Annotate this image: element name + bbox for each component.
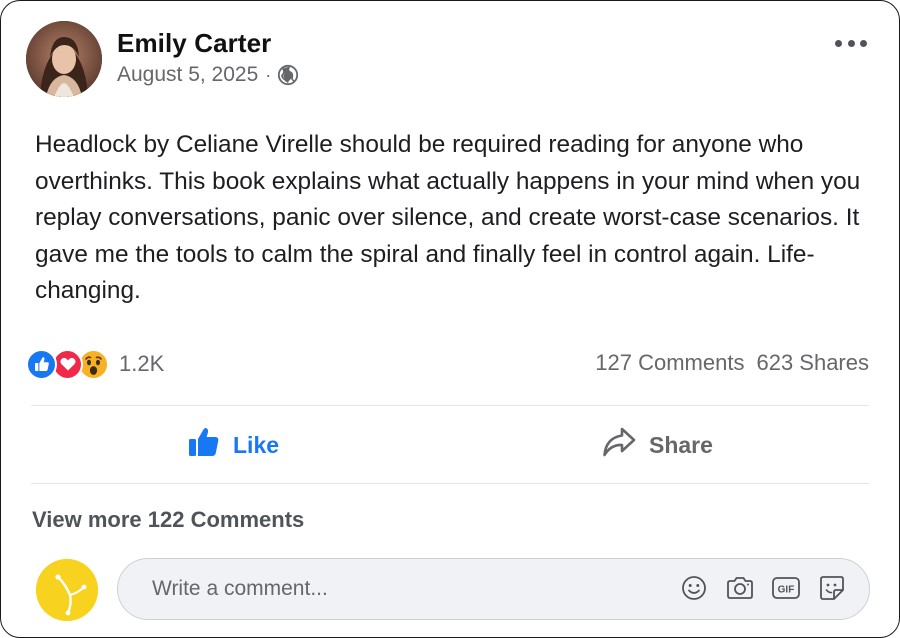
view-more-comments-link[interactable]: View more 122 Comments bbox=[32, 507, 304, 533]
like-button[interactable]: Like bbox=[187, 422, 279, 468]
reaction-count: 1.2K bbox=[119, 351, 165, 376]
more-options-icon[interactable] bbox=[835, 35, 867, 51]
like-reaction-icon bbox=[26, 348, 57, 380]
gif-icon[interactable]: GIF bbox=[771, 573, 801, 603]
author-name[interactable]: Emily Carter bbox=[117, 28, 271, 59]
post-date[interactable]: August 5, 2025 bbox=[117, 63, 258, 87]
post-text: Headlock by Celiane Virelle should be re… bbox=[35, 131, 861, 304]
globe-icon bbox=[277, 64, 299, 86]
divider bbox=[31, 483, 869, 484]
post-stats: 127 Comments 623 Shares bbox=[595, 350, 869, 376]
current-user-avatar[interactable] bbox=[36, 559, 98, 621]
share-button[interactable]: Share bbox=[601, 422, 713, 468]
sticker-icon[interactable] bbox=[817, 573, 847, 603]
like-label: Like bbox=[233, 431, 280, 458]
composer-icons: GIF bbox=[679, 573, 847, 603]
post-meta: August 5, 2025 · bbox=[117, 63, 299, 87]
share-label: Share bbox=[649, 431, 713, 458]
shares-count-link[interactable]: 623 Shares bbox=[756, 350, 869, 376]
comment-input[interactable] bbox=[152, 577, 652, 601]
camera-icon[interactable] bbox=[725, 573, 755, 603]
share-arrow-icon bbox=[601, 426, 637, 464]
comment-composer: GIF bbox=[117, 558, 870, 620]
reactions-summary[interactable]: 1.2K bbox=[26, 347, 164, 381]
author-avatar[interactable] bbox=[26, 21, 102, 97]
meta-separator: · bbox=[265, 64, 272, 85]
svg-text:GIF: GIF bbox=[778, 585, 795, 596]
comments-count-link[interactable]: 127 Comments bbox=[595, 350, 744, 376]
divider bbox=[31, 405, 869, 406]
post-card: Emily Carter August 5, 2025 · Headlock b… bbox=[0, 0, 900, 638]
thumbs-up-icon bbox=[187, 426, 221, 464]
emoji-icon[interactable] bbox=[679, 573, 709, 603]
